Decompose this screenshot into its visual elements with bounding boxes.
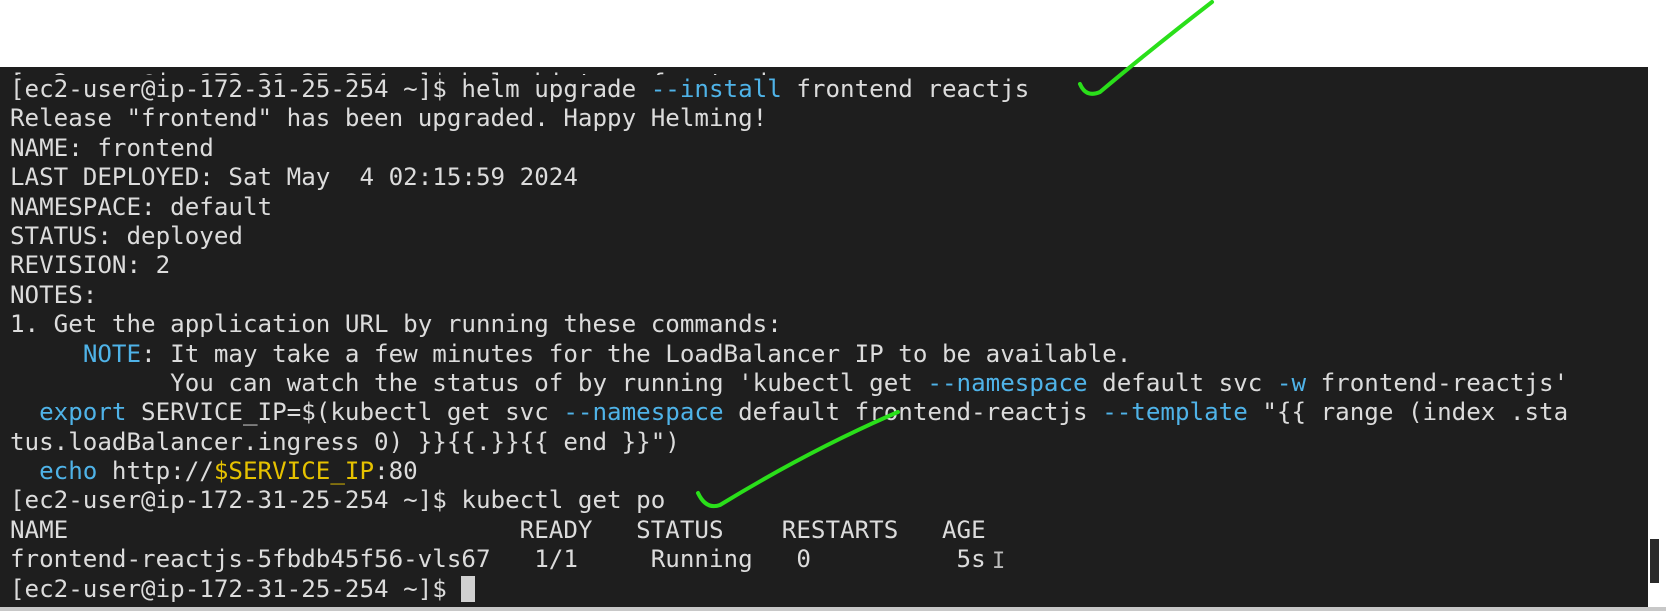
terminal-line: [ec2-user@ip-172-31-25-254 ~]$ [10,575,1568,604]
terminal-text-segment: [ec2-user@ip-172-31-25-254 ~]$ [10,574,462,603]
terminal-line: echo http://$SERVICE_IP:80 [10,457,1568,486]
terminal-text-segment: NAME: frontend [10,133,214,162]
terminal-text-segment: default svc [1087,368,1277,397]
terminal-text-segment: http:// [97,457,214,486]
terminal-line: 1. Get the application URL by running th… [10,310,1568,339]
terminal-line: You can watch the status of by running '… [10,369,1568,398]
terminal-text-segment: Release "frontend" has been upgraded. Ha… [10,104,768,133]
terminal-text-segment: --template [1102,398,1248,427]
terminal-text-segment: default frontend-reactjs [723,398,1103,427]
terminal-text-segment: [ec2-user@ip-172-31-25-254 ~]$ helm upgr… [10,75,651,103]
terminal-text-segment: NOTES: [10,280,98,309]
terminal-line: NAME READY STATUS RESTARTS AGE [10,516,1568,545]
terminal-line: NAME: frontend [10,134,1568,163]
terminal-text-segment: 1. Get the application URL by running th… [10,310,782,339]
terminal-text-segment: You can watch the status of by running '… [10,368,928,397]
terminal-text-segment: SERVICE_IP=$(kubectl get svc [126,398,564,427]
terminal-text-segment: $SERVICE_IP [213,457,375,486]
terminal-line: export SERVICE_IP=$(kubectl get svc --na… [10,398,1568,427]
terminal-text-segment: tus.loadBalancer.ingress 0) }}{{.}}{{ en… [10,427,680,456]
terminal-text-segment: --namespace [563,398,724,427]
terminal-text-segment: --namespace [927,368,1088,397]
terminal-text-segment: NAME READY STATUS RESTARTS AGE [10,515,986,544]
terminal-text-segment: STATUS: deployed [10,221,243,250]
terminal-text-segment: [ec2-user@ip-172-31-25-254 ~]$ kubectl g… [10,486,666,515]
terminal-line: Release "frontend" has been upgraded. Ha… [10,104,1568,133]
terminal-text-segment: -w [1276,368,1307,397]
terminal-text-segment: REVISION: 2 [10,251,171,280]
terminal-line: tus.loadBalancer.ingress 0) }}{{.}}{{ en… [10,428,1568,457]
terminal-line: NOTE: It may take a few minutes for the … [10,340,1568,369]
terminal-line: STATUS: deployed [10,222,1568,251]
i-beam-icon: I [992,549,1006,574]
terminal-text-segment: : It may take a few minutes for the Load… [141,339,1132,368]
terminal-text-segment: echo [39,457,98,486]
terminal-text-segment: --install [650,75,782,103]
terminal-line: frontend-reactjs-5fbdb45f56-vls67 1/1 Ru… [10,545,1568,574]
terminal-text-segment: frontend-reactjs-5fbdb45f56-vls67 1/1 Ru… [10,545,986,574]
terminal-text-segment: frontend-reactjs' [1306,368,1569,397]
terminal-text-segment: NAMESPACE: default [10,192,273,221]
terminal-text-segment: NOTE [82,339,142,368]
terminal-text-segment: :80 [374,457,418,486]
terminal-line: REVISION: 2 [10,251,1568,280]
terminal-line: [ec2-user@ip-172-31-25-254 ~]$ helm upgr… [10,75,1568,104]
terminal-line: NAMESPACE: default [10,193,1568,222]
window-bottom-edge [0,607,1666,611]
terminal-text-segment: "{{ range (index .sta [1247,398,1569,427]
scrollbar-thumb[interactable] [1650,539,1659,583]
terminal-output: [ec2-user@ip-172-31-25-254 ~]$ helm hist… [10,69,1568,604]
terminal-line: LAST DEPLOYED: Sat May 4 02:15:59 2024 [10,163,1568,192]
terminal-text-segment: frontend reactjs [781,75,1030,103]
terminal-line: NOTES: [10,281,1568,310]
terminal-line: [ec2-user@ip-172-31-25-254 ~]$ kubectl g… [10,486,1568,515]
block-cursor-icon [461,575,476,602]
terminal-text-segment: export [39,398,127,427]
terminal-text-segment: LAST DEPLOYED: Sat May 4 02:15:59 2024 [10,163,578,192]
scrollbar[interactable] [1648,67,1662,608]
terminal-window[interactable]: [ec2-user@ip-172-31-25-254 ~]$ helm hist… [0,67,1648,608]
